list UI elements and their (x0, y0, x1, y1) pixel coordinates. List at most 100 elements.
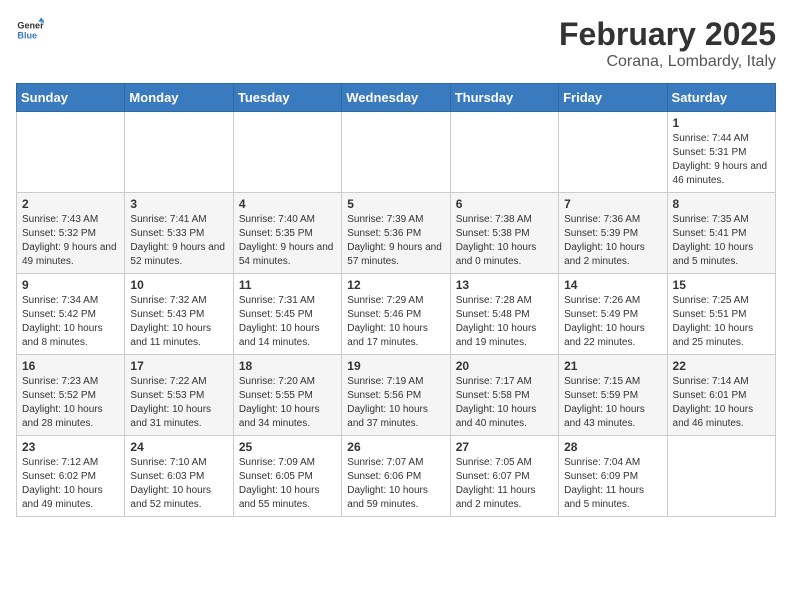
day-number: 5 (347, 197, 444, 211)
day-info: Sunrise: 7:23 AM Sunset: 5:52 PM Dayligh… (22, 375, 119, 431)
day-info: Sunrise: 7:31 AM Sunset: 5:45 PM Dayligh… (239, 294, 336, 350)
calendar-cell: 6Sunrise: 7:38 AM Sunset: 5:38 PM Daylig… (450, 193, 558, 274)
day-number: 26 (347, 440, 444, 454)
day-info: Sunrise: 7:36 AM Sunset: 5:39 PM Dayligh… (564, 213, 661, 269)
calendar-cell: 2 Sunrise: 7:43 AM Sunset: 5:32 PM Daylig… (17, 193, 125, 274)
day-info: Sunrise: 7:07 AM Sunset: 6:06 PM Dayligh… (347, 456, 444, 512)
weekday-header-sunday: Sunday (17, 84, 125, 112)
weekday-header-monday: Monday (125, 84, 233, 112)
day-number: 23 (22, 440, 119, 454)
week-row-2: 9 Sunrise: 7:34 AM Sunset: 5:42 PM Daylig… (17, 274, 776, 355)
day-info: Sunrise: 7:34 AM Sunset: 5:42 PM Dayligh… (22, 294, 119, 350)
day-info: Sunrise: 7:10 AM Sunset: 6:03 PM Dayligh… (130, 456, 227, 512)
day-info: Sunrise: 7:29 AM Sunset: 5:46 PM Dayligh… (347, 294, 444, 350)
day-number: 16 (22, 359, 119, 373)
day-info: Sunrise: 7:22 AM Sunset: 5:53 PM Dayligh… (130, 375, 227, 431)
week-row-4: 23 Sunrise: 7:12 AM Sunset: 6:02 PM Dayli… (17, 436, 776, 517)
title-area: February 2025 Corana, Lombardy, Italy (559, 16, 776, 71)
day-number: 19 (347, 359, 444, 373)
day-info: Sunrise: 7:28 AM Sunset: 5:48 PM Dayligh… (456, 294, 553, 350)
calendar-cell: 25 Sunrise: 7:09 AM Sunset: 6:05 PM Dayli… (233, 436, 341, 517)
logo: General Blue (16, 16, 44, 44)
calendar-cell: 7Sunrise: 7:36 AM Sunset: 5:39 PM Daylig… (559, 193, 667, 274)
day-info: Sunrise: 7:40 AM Sunset: 5:35 PM Dayligh… (239, 213, 336, 269)
calendar-cell: 16 Sunrise: 7:23 AM Sunset: 5:52 PM Dayli… (17, 355, 125, 436)
day-info: Sunrise: 7:15 AM Sunset: 5:59 PM Dayligh… (564, 375, 661, 431)
calendar-cell: 12 Sunrise: 7:29 AM Sunset: 5:46 PM Dayli… (342, 274, 450, 355)
calendar-cell: 13 Sunrise: 7:28 AM Sunset: 5:48 PM Dayli… (450, 274, 558, 355)
calendar-cell (233, 112, 341, 193)
weekday-header-saturday: Saturday (667, 84, 775, 112)
day-number: 14 (564, 278, 661, 292)
day-number: 12 (347, 278, 444, 292)
calendar-cell: 5Sunrise: 7:39 AM Sunset: 5:36 PM Daylig… (342, 193, 450, 274)
calendar-table: SundayMondayTuesdayWednesdayThursdayFrid… (16, 83, 776, 517)
day-info: Sunrise: 7:19 AM Sunset: 5:56 PM Dayligh… (347, 375, 444, 431)
day-number: 18 (239, 359, 336, 373)
day-info: Sunrise: 7:41 AM Sunset: 5:33 PM Dayligh… (130, 213, 227, 269)
calendar-cell: 19 Sunrise: 7:19 AM Sunset: 5:56 PM Dayli… (342, 355, 450, 436)
calendar-cell: 3 Sunrise: 7:41 AM Sunset: 5:33 PM Daylig… (125, 193, 233, 274)
day-number: 10 (130, 278, 227, 292)
day-info: Sunrise: 7:43 AM Sunset: 5:32 PM Dayligh… (22, 213, 119, 269)
day-number: 24 (130, 440, 227, 454)
calendar-cell (450, 112, 558, 193)
day-number: 1 (673, 116, 770, 130)
calendar-cell: 18 Sunrise: 7:20 AM Sunset: 5:55 PM Dayli… (233, 355, 341, 436)
day-number: 17 (130, 359, 227, 373)
day-info: Sunrise: 7:04 AM Sunset: 6:09 PM Dayligh… (564, 456, 661, 512)
day-info: Sunrise: 7:32 AM Sunset: 5:43 PM Dayligh… (130, 294, 227, 350)
day-number: 20 (456, 359, 553, 373)
calendar-cell: 22 Sunrise: 7:14 AM Sunset: 6:01 PM Dayli… (667, 355, 775, 436)
weekday-header-tuesday: Tuesday (233, 84, 341, 112)
calendar-cell: 15 Sunrise: 7:25 AM Sunset: 5:51 PM Dayli… (667, 274, 775, 355)
calendar-subtitle: Corana, Lombardy, Italy (559, 53, 776, 71)
calendar-cell (667, 436, 775, 517)
day-number: 3 (130, 197, 227, 211)
day-info: Sunrise: 7:17 AM Sunset: 5:58 PM Dayligh… (456, 375, 553, 431)
weekday-header-row: SundayMondayTuesdayWednesdayThursdayFrid… (17, 84, 776, 112)
day-info: Sunrise: 7:12 AM Sunset: 6:02 PM Dayligh… (22, 456, 119, 512)
calendar-cell: 27Sunrise: 7:05 AM Sunset: 6:07 PM Dayli… (450, 436, 558, 517)
day-number: 22 (673, 359, 770, 373)
day-info: Sunrise: 7:25 AM Sunset: 5:51 PM Dayligh… (673, 294, 770, 350)
day-info: Sunrise: 7:14 AM Sunset: 6:01 PM Dayligh… (673, 375, 770, 431)
calendar-cell: 10 Sunrise: 7:32 AM Sunset: 5:43 PM Dayli… (125, 274, 233, 355)
calendar-cell: 4Sunrise: 7:40 AM Sunset: 5:35 PM Daylig… (233, 193, 341, 274)
day-number: 15 (673, 278, 770, 292)
day-info: Sunrise: 7:05 AM Sunset: 6:07 PM Dayligh… (456, 456, 553, 512)
calendar-cell: 20 Sunrise: 7:17 AM Sunset: 5:58 PM Dayli… (450, 355, 558, 436)
day-info: Sunrise: 7:20 AM Sunset: 5:55 PM Dayligh… (239, 375, 336, 431)
calendar-cell: 28 Sunrise: 7:04 AM Sunset: 6:09 PM Dayli… (559, 436, 667, 517)
day-info: Sunrise: 7:26 AM Sunset: 5:49 PM Dayligh… (564, 294, 661, 350)
calendar-cell (342, 112, 450, 193)
calendar-cell (125, 112, 233, 193)
day-number: 25 (239, 440, 336, 454)
day-number: 6 (456, 197, 553, 211)
day-number: 11 (239, 278, 336, 292)
week-row-1: 2 Sunrise: 7:43 AM Sunset: 5:32 PM Daylig… (17, 193, 776, 274)
calendar-cell (559, 112, 667, 193)
day-number: 28 (564, 440, 661, 454)
weekday-header-wednesday: Wednesday (342, 84, 450, 112)
day-number: 21 (564, 359, 661, 373)
day-info: Sunrise: 7:44 AM Sunset: 5:31 PM Dayligh… (673, 132, 770, 188)
calendar-cell: 23 Sunrise: 7:12 AM Sunset: 6:02 PM Dayli… (17, 436, 125, 517)
weekday-header-thursday: Thursday (450, 84, 558, 112)
calendar-cell (17, 112, 125, 193)
calendar-cell: 11 Sunrise: 7:31 AM Sunset: 5:45 PM Dayli… (233, 274, 341, 355)
day-number: 8 (673, 197, 770, 211)
day-info: Sunrise: 7:09 AM Sunset: 6:05 PM Dayligh… (239, 456, 336, 512)
day-number: 2 (22, 197, 119, 211)
calendar-cell: 14 Sunrise: 7:26 AM Sunset: 5:49 PM Dayli… (559, 274, 667, 355)
day-number: 9 (22, 278, 119, 292)
calendar-cell: 17 Sunrise: 7:22 AM Sunset: 5:53 PM Dayli… (125, 355, 233, 436)
day-number: 13 (456, 278, 553, 292)
calendar-cell: 24 Sunrise: 7:10 AM Sunset: 6:03 PM Dayli… (125, 436, 233, 517)
calendar-cell: 21 Sunrise: 7:15 AM Sunset: 5:59 PM Dayli… (559, 355, 667, 436)
logo-icon: General Blue (16, 16, 44, 44)
week-row-3: 16 Sunrise: 7:23 AM Sunset: 5:52 PM Dayli… (17, 355, 776, 436)
calendar-cell: 1 Sunrise: 7:44 AM Sunset: 5:31 PM Daylig… (667, 112, 775, 193)
calendar-cell: 8Sunrise: 7:35 AM Sunset: 5:41 PM Daylig… (667, 193, 775, 274)
calendar-cell: 9 Sunrise: 7:34 AM Sunset: 5:42 PM Daylig… (17, 274, 125, 355)
